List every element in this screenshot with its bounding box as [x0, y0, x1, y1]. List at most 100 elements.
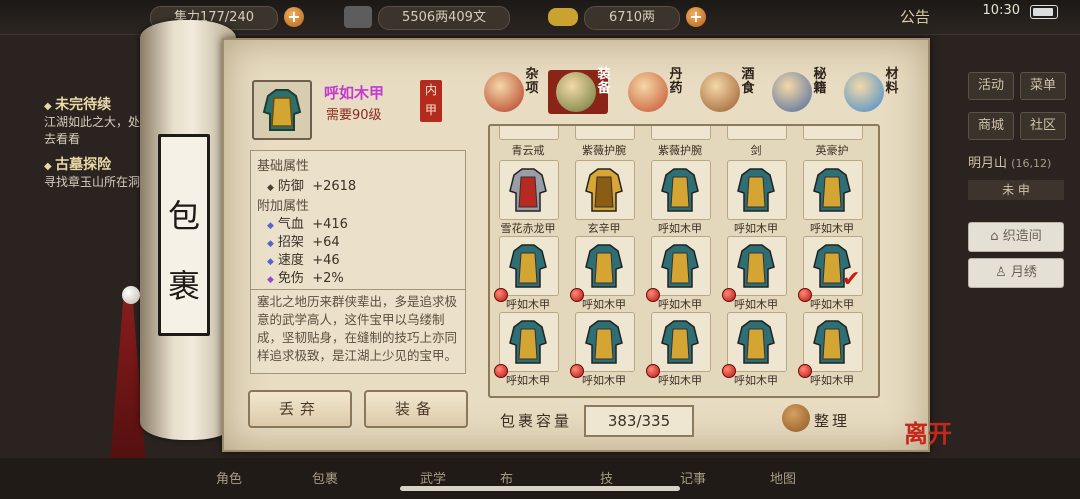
item-level-requirement: 需要90级 — [326, 108, 382, 123]
item-slot[interactable] — [499, 126, 559, 140]
activity-button[interactable]: 活动 — [968, 72, 1014, 100]
stat-value: +2% — [312, 271, 344, 286]
quest-item-2[interactable]: ◆ 古墓探险 寻找章玉山所在洞 — [44, 154, 144, 191]
diamond-icon: ◆ — [267, 183, 274, 193]
home-indicator[interactable] — [400, 486, 680, 491]
stat-hp: ◆ 气血 +416 — [267, 213, 348, 232]
sort-button[interactable]: 整理 — [814, 410, 850, 431]
item-slot[interactable]: ✔ — [803, 236, 863, 296]
scroll-title-plate: 包 裹 — [158, 134, 210, 336]
diamond-icon: ◆ — [267, 221, 274, 231]
item-slot[interactable] — [727, 160, 787, 220]
item-slot[interactable] — [803, 312, 863, 372]
add-gold-button[interactable]: + — [686, 7, 706, 27]
quest-panel[interactable]: ◆ 未完待续 江湖如此之大，处去看看 ◆ 古墓探险 寻找章玉山所在洞 — [0, 60, 150, 240]
capacity-value: 383/335 — [584, 405, 694, 437]
divider — [251, 289, 465, 290]
bottom-nav-item[interactable]: 记事 — [680, 468, 706, 487]
tab-label: 材料 — [885, 67, 899, 96]
menu-button[interactable]: 菜单 — [1020, 72, 1066, 100]
item-slot[interactable] — [651, 160, 711, 220]
leave-button[interactable]: 离开 — [904, 414, 952, 449]
armor-icon — [576, 161, 634, 221]
item-slot[interactable] — [499, 312, 559, 372]
item-slot-label: 剑 — [750, 144, 762, 157]
item-slot-label: 呼如木甲 — [658, 222, 702, 235]
item-slot[interactable] — [575, 160, 635, 220]
item-slot[interactable] — [499, 160, 559, 220]
item-stats-box[interactable]: 基础属性 ◆ 防御 +2618 附加属性 ◆ 气血 +416 ◆ 招架 +64 ◆ 速度… — [250, 150, 466, 374]
tab-category-2[interactable]: 装备 — [556, 68, 616, 116]
bottom-nav-item[interactable]: 角色 — [216, 468, 242, 487]
tab-category-6[interactable]: 材料 — [844, 68, 904, 116]
item-slot-label: 英豪护 — [815, 144, 849, 157]
capacity-label: 包裹容量 — [500, 412, 573, 430]
item-slot[interactable] — [803, 160, 863, 220]
item-slot-label: 呼如木甲 — [658, 374, 702, 387]
item-slot-label: 呼如木甲 — [506, 374, 550, 387]
stat-damage-reduction: ◆ 免伤 +2% — [267, 267, 344, 286]
item-slot-label: 雪花赤龙甲 — [500, 222, 556, 235]
inventory-grid[interactable]: 青云戒 紫薇护腕 紫薇护腕剑英豪护 雪花赤龙甲 玄辛甲 呼如木甲 呼如木甲 呼如木甲 呼如木甲呼… — [488, 124, 880, 398]
item-slot-label: 呼如木甲 — [658, 298, 702, 311]
item-slot[interactable] — [651, 126, 711, 140]
item-slot-label: 呼如木甲 — [810, 298, 854, 311]
item-slot[interactable] — [575, 126, 635, 140]
stat-value: +64 — [312, 235, 340, 250]
item-slot[interactable] — [727, 312, 787, 372]
base-stats-title: 基础属性 — [257, 159, 310, 174]
stat-defense: ◆ 防御 +2618 — [267, 175, 356, 194]
armor-icon — [804, 161, 862, 221]
diamond-icon: ◆ — [44, 101, 56, 112]
shop-button[interactable]: 商城 — [968, 112, 1014, 140]
bottom-nav-item[interactable]: 武学 — [420, 468, 446, 487]
tab-category-3[interactable]: 丹药 — [628, 68, 688, 116]
bottom-nav-item[interactable]: 地图 — [770, 468, 796, 487]
quest-title-2: 古墓探险 — [55, 157, 112, 173]
community-button[interactable]: 社区 — [1020, 112, 1066, 140]
item-slot[interactable] — [727, 236, 787, 296]
tab-label: 酒食 — [741, 67, 755, 96]
time-indicator: 未 申 — [968, 180, 1064, 200]
bottom-nav-item[interactable]: 包裹 — [312, 468, 338, 487]
item-slot[interactable] — [803, 126, 863, 140]
armor-icon — [728, 161, 786, 221]
tab-label: 秘籍 — [813, 67, 827, 96]
item-slot[interactable] — [651, 236, 711, 296]
category-icon — [844, 72, 884, 112]
quest-text-2: 寻找章玉山所在洞 — [44, 175, 141, 189]
tab-category-1[interactable]: 杂项 — [484, 68, 544, 116]
tab-label: 丹药 — [669, 67, 683, 96]
tab-category-5[interactable]: 秘籍 — [772, 68, 832, 116]
stat-name: 招架 — [277, 235, 304, 250]
quest-item-1[interactable]: ◆ 未完待续 江湖如此之大，处去看看 — [44, 94, 144, 148]
gold-pill: 6710两 — [584, 6, 680, 30]
item-slot[interactable] — [727, 126, 787, 140]
item-slot[interactable] — [499, 236, 559, 296]
add-capacity-button[interactable]: + — [284, 7, 304, 27]
discard-button[interactable]: 丢弃 — [248, 390, 352, 428]
battery-icon — [1030, 5, 1058, 19]
moon-embroidery-label: 月绣 — [1010, 265, 1037, 280]
item-slot[interactable] — [651, 312, 711, 372]
item-slot[interactable] — [575, 236, 635, 296]
bottom-nav-item[interactable]: 布 — [500, 468, 513, 487]
scroll-char-1: 包 — [168, 197, 201, 235]
equip-button[interactable]: 装备 — [364, 390, 468, 428]
item-slot[interactable] — [575, 312, 635, 372]
bottom-nav-item[interactable]: 技 — [600, 468, 613, 487]
location-name: 明月山 — [968, 156, 1008, 171]
stat-name: 气血 — [277, 217, 304, 232]
location-coords: (16,12) — [1011, 157, 1052, 170]
moon-embroidery-button[interactable]: ♙ 月绣 — [968, 258, 1064, 288]
silver-icon — [344, 6, 372, 28]
stat-name: 免伤 — [277, 271, 304, 286]
item-slot-label: 呼如木甲 — [810, 374, 854, 387]
category-icon — [772, 72, 812, 112]
armor-icon — [500, 237, 558, 297]
stat-name: 防御 — [277, 179, 304, 194]
announcement-button[interactable]: 公告 — [900, 6, 930, 27]
tab-category-4[interactable]: 酒食 — [700, 68, 760, 116]
weaving-room-button[interactable]: ⌂ 织造间 — [968, 222, 1064, 252]
gold-text: 6710两 — [608, 10, 656, 25]
